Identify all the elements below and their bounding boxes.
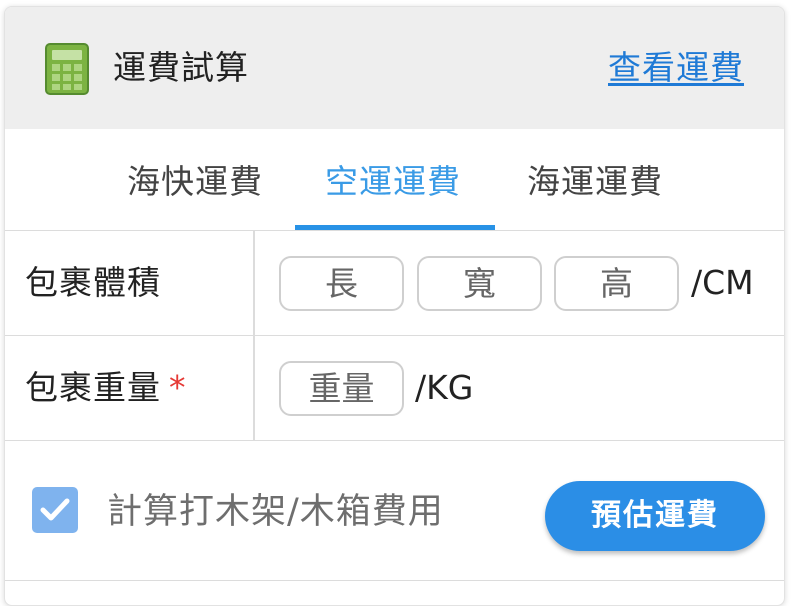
- estimate-shipping-button[interactable]: 預估運費: [545, 481, 765, 551]
- crate-option-label: 計算打木架/木箱費用: [107, 492, 444, 532]
- calculator-icon: [45, 43, 89, 95]
- weight-input[interactable]: 重量: [279, 361, 404, 416]
- crate-checkbox[interactable]: [32, 487, 78, 533]
- tab-sea-express[interactable]: 海快運費: [125, 159, 265, 205]
- view-shipping-rates-link[interactable]: 查看運費: [608, 46, 744, 90]
- weight-row: 包裹重量 * 重量 /KG: [5, 336, 784, 441]
- volume-label: 包裹體積: [25, 263, 161, 302]
- tab-sea-freight[interactable]: 海運運費: [525, 159, 665, 205]
- weight-unit: /KG: [415, 368, 474, 407]
- shipping-method-tabs: 海快運費 空運運費 海運運費: [5, 129, 784, 231]
- weight-label: 包裹重量 *: [25, 366, 187, 410]
- row-divider: [253, 231, 255, 335]
- active-tab-indicator: [295, 225, 495, 230]
- checkmark-icon: [40, 498, 70, 521]
- options-row: 計算打木架/木箱費用 預估運費: [5, 441, 784, 581]
- length-input[interactable]: 長: [279, 256, 404, 311]
- tab-air-freight[interactable]: 空運運費: [323, 159, 463, 205]
- width-input[interactable]: 寬: [417, 256, 542, 311]
- required-mark: *: [169, 368, 187, 407]
- volume-row: 包裹體積 長 寬 高 /CM: [5, 231, 784, 336]
- page-title: 運費試算: [113, 48, 249, 87]
- height-input[interactable]: 高: [554, 256, 679, 311]
- volume-unit: /CM: [691, 263, 754, 302]
- shipping-calculator-card: 運費試算 查看運費 海快運費 空運運費 海運運費 包裹體積 長 寬 高 /CM …: [4, 6, 785, 606]
- calculator-header: 運費試算 查看運費: [5, 7, 784, 129]
- row-divider: [253, 336, 255, 440]
- weight-label-text: 包裹重量: [25, 368, 161, 407]
